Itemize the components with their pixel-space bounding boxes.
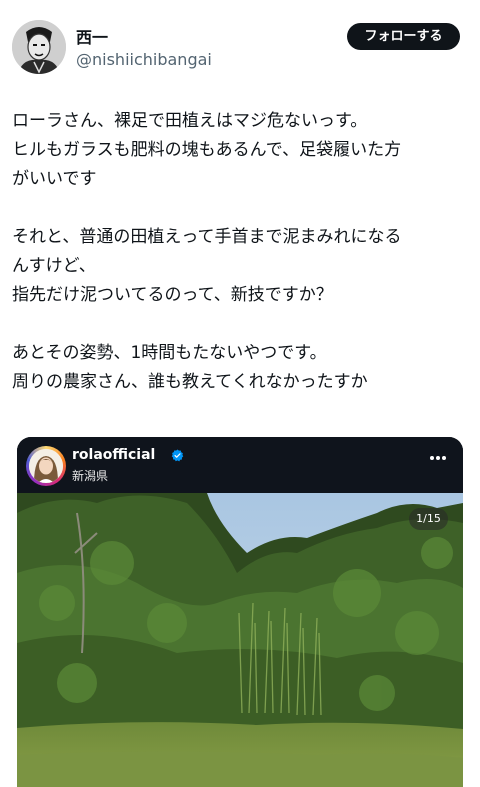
tweet-line: それと、普通の田植えって手首まで泥まみれになる [12,227,402,247]
tweet-body: ローラさん、裸足で田植えはマジ危ないっす。 ヒルもガラスも肥料の塊もあるんで、足… [12,107,472,397]
tweet-line: ローラさん、裸足で田植えはマジ危ないっす。 [12,111,368,131]
tweet-line: 指先だけ泥ついてるのって、新技ですか？ [12,285,333,305]
instagram-embed-card[interactable]: rolaofficial 新潟県 1/15 [17,437,463,787]
follow-button[interactable]: フォローする [347,23,460,50]
author-handle[interactable]: @nishiichibangai [76,50,212,69]
author-display-name[interactable]: 西一 [76,24,108,48]
tweet-line: ヒルもガラスも肥料の塊もあるんで、足袋履いた方 [12,140,402,160]
author-avatar[interactable] [12,20,66,74]
tweet-line: んすけど、 [12,256,96,276]
tweet-line: がいいです [12,169,97,189]
embed-header: rolaofficial 新潟県 [17,437,463,493]
instagram-username[interactable]: rolaofficial [72,447,155,463]
post-photo[interactable] [17,493,463,787]
instagram-avatar[interactable] [26,446,66,486]
carousel-page-counter: 1/15 [409,508,448,530]
tweet-line: 周りの農家さん、誰も教えてくれなかったすか [12,372,368,392]
tweet-header: 西一 @nishiichibangai フォローする [0,0,480,90]
instagram-location[interactable]: 新潟県 [72,467,108,484]
tweet-line: あとその姿勢、1時間もたないやつです。 [12,343,327,363]
more-options-icon[interactable] [429,455,447,461]
verified-badge-icon [171,449,184,462]
